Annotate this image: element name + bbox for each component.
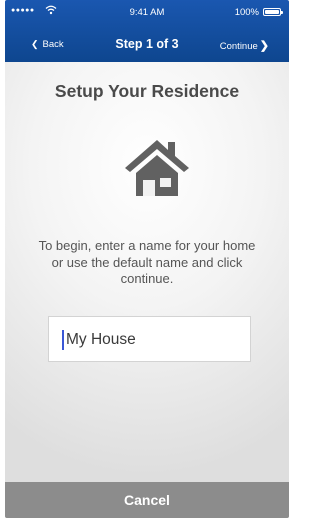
instructions-text: To begin, enter a name for your home or …	[38, 238, 256, 286]
continue-button[interactable]: Continue ❯	[220, 39, 269, 52]
navigation-bar: ❮ Back Step 1 of 3 Continue ❯	[5, 34, 289, 56]
text-cursor	[62, 330, 64, 350]
battery-icon	[263, 8, 283, 16]
battery-percentage: 100%	[234, 7, 259, 18]
residence-name-input[interactable]: My House	[48, 316, 251, 362]
chevron-right-icon: ❯	[259, 40, 269, 52]
header-bar: ●●●●● 9:41 AM 100% ❮ Back Step 1 of 3 Con…	[5, 0, 289, 62]
page-title: Setup Your Residence	[54, 81, 240, 101]
app-screen: ●●●●● 9:41 AM 100% ❮ Back Step 1 of 3 Con…	[5, 0, 289, 518]
house-icon	[125, 140, 189, 196]
residence-name-value: My House	[66, 331, 136, 348]
continue-label: Continue	[219, 41, 258, 52]
status-bar: ●●●●● 9:41 AM 100%	[5, 3, 289, 21]
cancel-button[interactable]: Cancel	[5, 482, 289, 518]
